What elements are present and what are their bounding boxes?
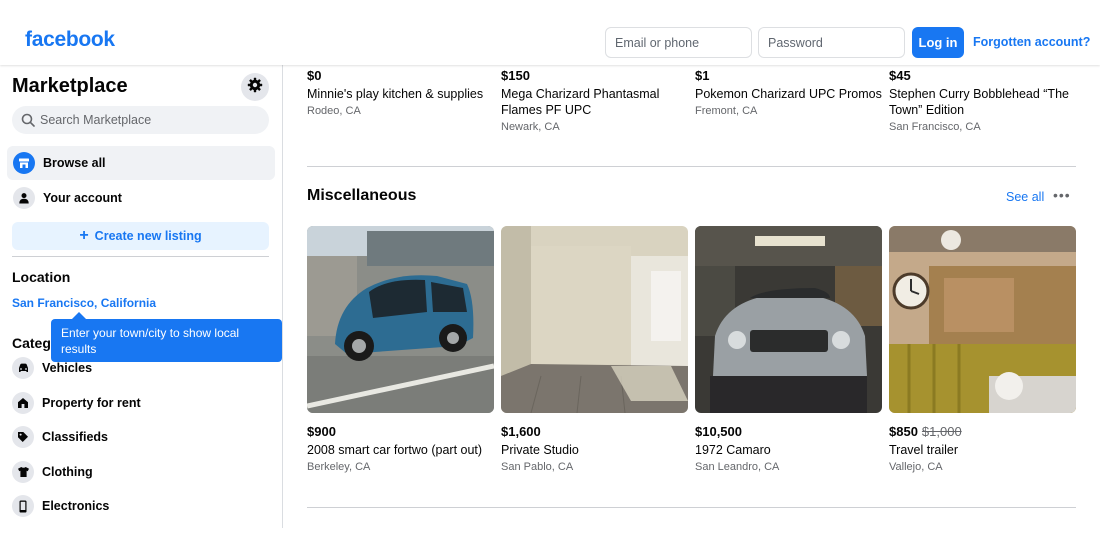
listing-card[interactable]: $850 $1,000 Travel trailer Vallejo, CA [889, 424, 1076, 474]
section-title: Miscellaneous [307, 187, 417, 204]
shirt-icon [12, 461, 34, 483]
listing-photo-trailer[interactable] [889, 226, 1076, 413]
listing-card[interactable]: $900 2008 smart car fortwo (part out) Be… [307, 424, 494, 474]
listing-title: Travel trailer [889, 443, 958, 457]
settings-button[interactable] [241, 73, 269, 101]
listing-location: Rodeo, CA [307, 105, 361, 117]
listing-price-current: $850 [889, 424, 918, 439]
listing-location: Newark, CA [501, 121, 560, 133]
listing-location: San Francisco, CA [889, 121, 981, 133]
house-icon [12, 392, 34, 414]
listing-title: Stephen Curry Bobblehead “The Town” Edit… [889, 87, 1069, 117]
search-icon [21, 113, 35, 132]
gear-icon [247, 77, 263, 98]
password-field[interactable] [758, 27, 905, 58]
category-classifieds[interactable]: Classifieds [12, 425, 108, 449]
listing-title: 1972 Camaro [695, 443, 771, 457]
main-feed: $0 Minnie's play kitchen & supplies Rode… [284, 65, 1100, 528]
listing-location: San Pablo, CA [501, 461, 574, 473]
search-bar[interactable] [12, 106, 269, 134]
listing-photo-camaro[interactable] [695, 226, 882, 413]
listing-location: Fremont, CA [695, 105, 758, 117]
listing-price: $45 [889, 68, 911, 83]
email-field[interactable] [605, 27, 752, 58]
nav-label: Your account [43, 191, 122, 205]
create-listing-label: Create new listing [94, 229, 202, 243]
listing-price: $900 [307, 424, 336, 439]
listing-price: $150 [501, 68, 530, 83]
categories-heading: Categories [12, 335, 52, 351]
listing-card[interactable]: $45 Stephen Curry Bobblehead “The Town” … [889, 68, 1076, 134]
page-title: Marketplace [12, 75, 128, 97]
section-divider [307, 507, 1076, 508]
more-options-button[interactable]: ••• [1053, 187, 1071, 203]
phone-icon [12, 495, 34, 517]
location-heading: Location [12, 269, 71, 285]
location-link[interactable]: San Francisco, California [12, 296, 156, 310]
storefront-icon [13, 152, 35, 174]
category-clothing[interactable]: Clothing [12, 460, 93, 484]
listing-photo-studio[interactable] [501, 226, 688, 413]
category-label: Property for rent [42, 396, 141, 410]
facebook-logo[interactable]: facebook [25, 28, 115, 52]
create-listing-button[interactable]: + Create new listing [12, 222, 269, 250]
listing-price: $10,500 [695, 424, 742, 439]
see-all-link[interactable]: See all [1006, 190, 1044, 204]
listing-photo-smart-car[interactable] [307, 226, 494, 413]
category-label: Vehicles [42, 361, 93, 375]
listing-location: Berkeley, CA [307, 461, 371, 473]
listing-price: $1 [695, 68, 710, 83]
listing-price: $1,600 [501, 424, 541, 439]
plus-icon: + [79, 227, 89, 244]
page-bottom [0, 528, 1100, 550]
location-tooltip: Enter your town/city to show local resul… [51, 319, 282, 362]
category-label: Classifieds [42, 430, 109, 444]
login-button[interactable]: Log in [912, 27, 964, 58]
listing-price-original: $1,000 [921, 424, 962, 439]
section-divider [307, 166, 1076, 167]
divider [12, 256, 269, 257]
listing-title: Minnie's play kitchen & supplies [307, 87, 484, 101]
tag-icon [12, 426, 34, 448]
category-label: Clothing [42, 465, 93, 479]
listing-card[interactable]: $150 Mega Charizard Phantasmal Flames PF… [501, 68, 688, 134]
listing-location: Vallejo, CA [889, 461, 943, 473]
forgot-account-link[interactable]: Forgotten account? [973, 35, 1090, 49]
top-bar: facebook Log in Forgotten account? [0, 0, 1100, 65]
car-icon [12, 357, 34, 379]
category-electronics[interactable]: Electronics [12, 494, 109, 518]
listing-card[interactable]: $1,600 Private Studio San Pablo, CA [501, 424, 688, 474]
sidebar: Marketplace Search Marketplace Browse al… [0, 65, 283, 528]
person-icon [13, 187, 35, 209]
listing-title: Private Studio [501, 443, 579, 457]
listing-title: 2008 smart car fortwo (part out) [307, 443, 483, 457]
category-label: Electronics [42, 499, 110, 513]
listing-card[interactable]: $0 Minnie's play kitchen & supplies Rode… [307, 68, 494, 118]
nav-browse-all[interactable]: Browse all [7, 146, 275, 180]
category-property[interactable]: Property for rent [12, 391, 141, 415]
search-input[interactable] [40, 106, 260, 134]
listing-title: Mega Charizard Phantasmal Flames PF UPC [501, 87, 660, 117]
listing-location: San Leandro, CA [695, 461, 780, 473]
listing-title: Pokemon Charizard UPC Promos [695, 87, 882, 101]
listing-price: $0 [307, 68, 322, 83]
listing-price: $850 $1,000 [889, 424, 1076, 440]
nav-your-account[interactable]: Your account [7, 181, 275, 215]
tooltip-arrow [72, 312, 86, 319]
listing-card[interactable]: $10,500 1972 Camaro San Leandro, CA [695, 424, 882, 474]
nav-label: Browse all [43, 156, 106, 170]
listing-card[interactable]: $1 Pokemon Charizard UPC Promos Fremont,… [695, 68, 882, 118]
